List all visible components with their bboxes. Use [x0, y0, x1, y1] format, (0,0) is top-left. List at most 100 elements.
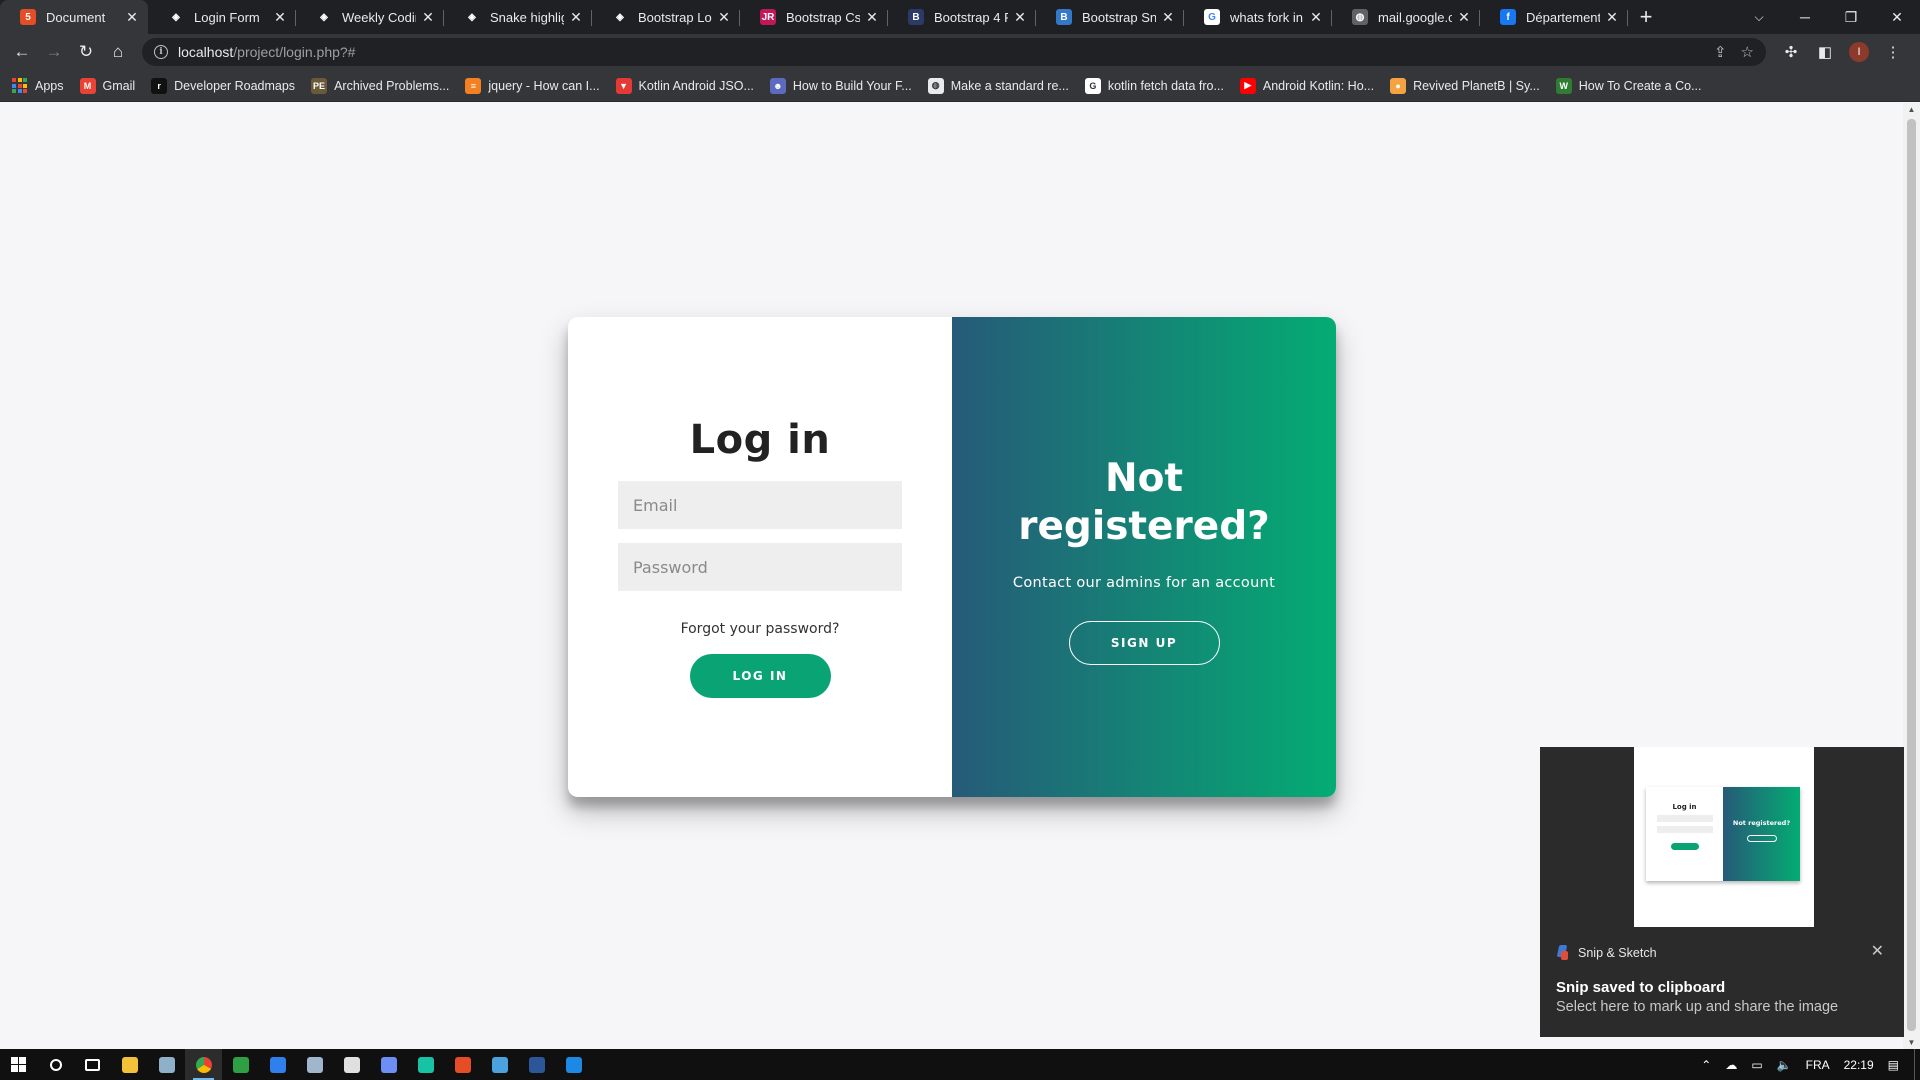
notification-app-name: Snip & Sketch: [1578, 946, 1657, 960]
bookmark-7[interactable]: ◍ Make a standard re...: [927, 77, 1069, 94]
tab-3[interactable]: ◈ Snake highlight✕: [444, 0, 592, 34]
new-tab-button[interactable]: +: [1628, 0, 1664, 34]
bookmark-1[interactable]: M Gmail: [79, 77, 135, 94]
snip-preview[interactable]: Log in Not registered?: [1634, 747, 1814, 927]
tab-9[interactable]: ◍ mail.google.con✕: [1332, 0, 1480, 34]
bookmark-label: Kotlin Android JSO...: [638, 78, 754, 93]
tab-close-icon[interactable]: ✕: [124, 9, 140, 26]
scroll-down-icon[interactable]: ▼: [1903, 1038, 1920, 1047]
chrome-icon: [195, 1056, 212, 1073]
task-view-icon: [85, 1058, 100, 1071]
site-info-icon[interactable]: i: [154, 45, 168, 59]
side-panel-icon[interactable]: ◧: [1810, 43, 1840, 61]
start-button[interactable]: [0, 1049, 37, 1080]
facebook-icon: f: [1500, 9, 1516, 25]
network-icon[interactable]: ▭: [1751, 1058, 1762, 1072]
login-button[interactable]: LOG IN: [689, 654, 831, 698]
tab-close-icon[interactable]: ✕: [1012, 9, 1028, 26]
steam-icon: [306, 1056, 323, 1073]
taskbar-item-11[interactable]: [444, 1049, 481, 1080]
taskbar-item-14[interactable]: [555, 1049, 592, 1080]
address-bar[interactable]: i localhost/project/login.php?# ⇪ ☆: [142, 38, 1766, 66]
tab-8[interactable]: Gwhats fork in gi✕: [1184, 0, 1332, 34]
tab-close-icon[interactable]: ✕: [420, 9, 436, 26]
taskbar-item-2[interactable]: [111, 1049, 148, 1080]
bookmark-star-icon[interactable]: ☆: [1741, 43, 1754, 61]
tab-2[interactable]: ◈ Weekly Coding✕: [296, 0, 444, 34]
bookmark-0[interactable]: Apps: [12, 78, 64, 93]
back-icon[interactable]: ←: [6, 36, 38, 68]
bookmark-6[interactable]: ☻ How to Build Your F...: [769, 77, 912, 94]
password-input[interactable]: [618, 543, 902, 591]
bookmark-3[interactable]: PE Archived Problems...: [311, 77, 449, 94]
taskbar-item-3[interactable]: [148, 1049, 185, 1080]
tab-title: Bootstrap Css F: [786, 9, 860, 25]
tab-6[interactable]: B Bootstrap 4 Rec✕: [888, 0, 1036, 34]
share-icon[interactable]: ⇪: [1714, 43, 1727, 61]
extensions-icon[interactable]: ✣: [1776, 43, 1806, 61]
tray-chevron-icon[interactable]: ⌃: [1701, 1058, 1711, 1072]
menu-icon[interactable]: ⋮: [1878, 43, 1908, 61]
tab-5[interactable]: JR Bootstrap Css F✕: [740, 0, 888, 34]
tab-4[interactable]: ◈ Bootstrap Login✕: [592, 0, 740, 34]
language-indicator[interactable]: FRA: [1806, 1058, 1830, 1072]
apps-grid-icon: [12, 78, 27, 93]
bookmark-4[interactable]: ≡ jquery - How can I...: [465, 77, 600, 94]
tab-close-icon[interactable]: ✕: [1160, 9, 1176, 26]
bookmark-8[interactable]: Gkotlin fetch data fro...: [1084, 77, 1224, 94]
taskbar-item-4[interactable]: [185, 1049, 222, 1080]
tab-0[interactable]: 5 Document ✕: [0, 0, 148, 34]
taskbar-item-8[interactable]: [333, 1049, 370, 1080]
home-icon[interactable]: ⌂: [102, 36, 134, 68]
email-input[interactable]: [618, 481, 902, 529]
taskbar-item-9[interactable]: [370, 1049, 407, 1080]
signup-button[interactable]: SIGN UP: [1068, 621, 1220, 665]
bookmark-11[interactable]: W How To Create a Co...: [1555, 77, 1702, 94]
restore-icon[interactable]: ❐: [1828, 9, 1874, 26]
tab-7[interactable]: B Bootstrap Snipp✕: [1036, 0, 1184, 34]
tab-close-icon[interactable]: ✕: [716, 9, 732, 26]
tab-10[interactable]: f Département Tr✕: [1480, 0, 1628, 34]
taskbar-item-12[interactable]: [481, 1049, 518, 1080]
volume-icon[interactable]: 🔈: [1777, 1058, 1792, 1072]
windows-icon: [11, 1057, 26, 1072]
close-icon[interactable]: ✕: [1871, 941, 1884, 961]
taskbar-item-5[interactable]: [222, 1049, 259, 1080]
page-scrollbar[interactable]: ▲ ▼: [1903, 103, 1920, 1049]
tab-search-icon[interactable]: ⌵: [1736, 10, 1782, 25]
browser-toolbar: ← → ↻ ⌂ i localhost/project/login.php?# …: [0, 34, 1920, 70]
preview-signup-title: Not registered?: [1732, 819, 1791, 827]
tab-close-icon[interactable]: ✕: [864, 9, 880, 26]
taskbar-item-6[interactable]: [259, 1049, 296, 1080]
bookmark-5[interactable]: ▼ Kotlin Android JSO...: [615, 77, 754, 94]
signup-panel: Not registered? Contact our admins for a…: [952, 317, 1336, 797]
bookmark-2[interactable]: r Developer Roadmaps: [151, 77, 295, 94]
close-window-icon[interactable]: ✕: [1874, 9, 1920, 26]
taskbar-item-10[interactable]: [407, 1049, 444, 1080]
taskbar-item-7[interactable]: [296, 1049, 333, 1080]
action-center-icon[interactable]: ▤: [1888, 1058, 1899, 1072]
taskbar-item-13[interactable]: [518, 1049, 555, 1080]
tab-close-icon[interactable]: ✕: [1456, 9, 1472, 26]
tab-close-icon[interactable]: ✕: [568, 9, 584, 26]
taskbar-item-0[interactable]: [37, 1049, 74, 1080]
tab-title: Département Tr: [1526, 9, 1600, 25]
bookmark-9[interactable]: ▶ Android Kotlin: Ho...: [1239, 77, 1374, 94]
scrollbar-thumb[interactable]: [1907, 119, 1916, 1031]
scroll-up-icon[interactable]: ▲: [1903, 105, 1920, 114]
onedrive-icon[interactable]: ☁: [1725, 1058, 1737, 1072]
bookmark-10[interactable]: ● Revived PlanetB | Sy...: [1390, 77, 1540, 94]
forgot-password-link[interactable]: Forgot your password?: [681, 621, 840, 637]
reload-icon[interactable]: ↻: [70, 36, 102, 68]
taskbar-item-1[interactable]: [74, 1049, 111, 1080]
tab-close-icon[interactable]: ✕: [1604, 9, 1620, 26]
show-desktop-button[interactable]: [1914, 1049, 1920, 1080]
snip-notification[interactable]: Log in Not registered? Snip & Sketch ✕ S…: [1540, 747, 1904, 1037]
tab-close-icon[interactable]: ✕: [272, 9, 288, 26]
tab-close-icon[interactable]: ✕: [1308, 9, 1324, 26]
clock[interactable]: 22:19: [1844, 1058, 1874, 1072]
minimize-icon[interactable]: ─: [1782, 9, 1828, 25]
profile-avatar[interactable]: I: [1849, 42, 1869, 62]
forward-icon[interactable]: →: [38, 36, 70, 68]
tab-1[interactable]: ◈ Login Form ✕: [148, 0, 296, 34]
